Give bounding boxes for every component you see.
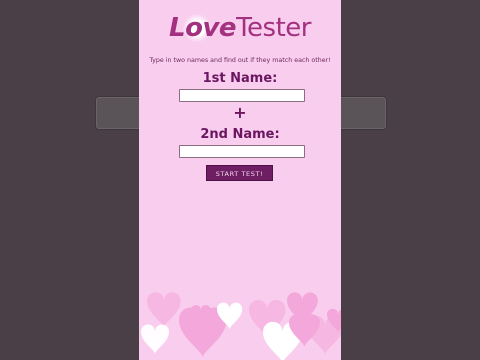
heart-icon — [147, 292, 181, 328]
second-name-label: 2nd Name: — [200, 127, 280, 142]
heart-icon — [141, 324, 169, 354]
logo-part-love: Love — [169, 13, 237, 43]
start-test-button[interactable]: START TEST! — [206, 165, 273, 181]
first-name-label: 1st Name: — [202, 71, 278, 86]
logo-text: LoveTester — [139, 12, 341, 44]
hearts-decoration — [141, 292, 341, 360]
app-screen: LoveTester Type in two names and find ou… — [139, 0, 341, 360]
first-name-input[interactable] — [179, 89, 305, 102]
second-name-input[interactable] — [179, 145, 305, 158]
logo-part-tester: Tester — [236, 13, 311, 43]
tagline: Type in two names and find out if they m… — [149, 57, 331, 64]
letterbox-panel-right — [340, 97, 386, 129]
logo: LoveTester — [139, 0, 341, 50]
letterbox-panel-left — [96, 97, 142, 129]
plus-icon: + — [233, 103, 247, 122]
